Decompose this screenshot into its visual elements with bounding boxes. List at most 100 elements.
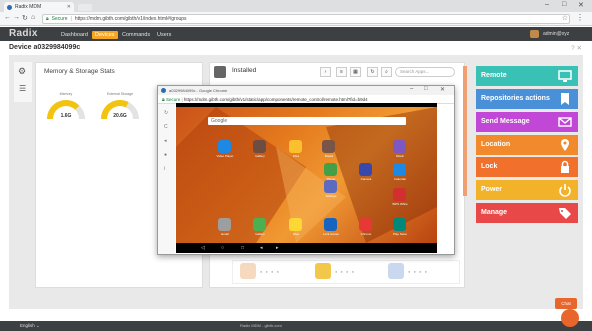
action-send-message-button[interactable]: Send Message xyxy=(476,112,578,132)
home-icon[interactable]: ○ xyxy=(221,245,224,251)
nav-devices[interactable]: Devices xyxy=(92,31,118,39)
browser-menu-icon[interactable]: ⋮ xyxy=(576,13,584,22)
android-app-icon[interactable] xyxy=(289,140,302,153)
list-view-icon[interactable]: ≡ xyxy=(336,67,347,77)
android-app-icon[interactable] xyxy=(359,163,372,176)
gauge-value: 1.6G xyxy=(60,113,72,119)
action-label: Lock xyxy=(481,163,498,170)
close-icon[interactable]: ✕ xyxy=(440,86,445,93)
gauge-label: Memory xyxy=(59,92,73,96)
android-app-label: Lock screen xyxy=(322,232,340,236)
android-app-icon[interactable] xyxy=(253,140,266,153)
back-icon[interactable]: ← xyxy=(4,14,11,21)
grid-view-icon[interactable]: ▦ xyxy=(350,67,361,77)
record-icon[interactable]: ● xyxy=(164,152,167,158)
android-app-icon[interactable] xyxy=(253,218,266,231)
android-app-icon[interactable] xyxy=(393,140,406,153)
refresh-icon[interactable]: C xyxy=(164,124,168,130)
search-icon[interactable]: ⌕ xyxy=(381,67,392,77)
refresh-icon[interactable]: ↻ xyxy=(367,67,378,77)
logo: Radix xyxy=(9,28,38,39)
volume-icon[interactable]: ◂ xyxy=(260,245,263,251)
search-input[interactable]: Search Apps... xyxy=(395,67,455,77)
separator: | xyxy=(181,97,183,102)
nav-dashboard[interactable]: Dashboard xyxy=(58,31,91,39)
next-icon[interactable]: › xyxy=(320,67,331,77)
back-icon[interactable]: ◁ xyxy=(201,245,205,251)
android-app-icon[interactable] xyxy=(393,163,406,176)
android-app-icon[interactable] xyxy=(324,180,337,193)
android-app-icon[interactable] xyxy=(218,140,231,153)
action-manage-button[interactable]: Manage xyxy=(476,203,578,223)
recents-icon[interactable]: □ xyxy=(241,245,244,251)
action-lock-button[interactable]: Lock xyxy=(476,157,578,177)
minimize-icon[interactable]: – xyxy=(410,86,413,92)
language-select[interactable]: English ⌄ xyxy=(20,323,40,329)
android-app-icon[interactable] xyxy=(324,218,337,231)
help-close-icons[interactable]: ? ✕ xyxy=(571,44,582,52)
monitor-icon xyxy=(558,70,572,82)
app-icon[interactable] xyxy=(240,263,256,279)
minimize-icon[interactable]: – xyxy=(545,1,549,8)
gauge-value: 20.6G xyxy=(113,113,127,119)
browser-tab[interactable]: Radix MDM ✕ xyxy=(4,2,74,12)
android-app-icon[interactable] xyxy=(324,163,337,176)
rotate-icon[interactable]: ↻ xyxy=(164,110,168,116)
installed-title: Installed xyxy=(232,67,257,74)
chat-button[interactable]: Chat xyxy=(555,298,577,309)
nav-commands[interactable]: Commands xyxy=(119,31,153,39)
admin-menu[interactable]: admin@xyz xyxy=(543,31,569,37)
address-bar: ← → ↻ ⌂ 🔒︎ Secure | https://mdm.gibth.co… xyxy=(0,12,592,26)
scrollbar[interactable] xyxy=(463,66,467,196)
action-remote-button[interactable]: Remote xyxy=(476,66,578,86)
app-icon[interactable] xyxy=(315,263,331,279)
android-app-icon[interactable] xyxy=(218,218,231,231)
app-icon[interactable] xyxy=(388,263,404,279)
secure-label: Secure xyxy=(51,16,68,22)
remote-side-toolbar: ↻ C ◂ ● i xyxy=(158,104,175,254)
android-app-label: Calendar xyxy=(393,177,407,181)
maximize-icon[interactable]: □ xyxy=(562,1,566,8)
popup-titlebar[interactable]: a0329984099c - Google Chrome – □ ✕ xyxy=(158,86,454,95)
gear-icon[interactable]: ⚙ xyxy=(18,66,26,77)
android-app-icon[interactable] xyxy=(393,218,406,231)
android-app-icon[interactable] xyxy=(359,218,372,231)
android-app-icon[interactable] xyxy=(322,140,335,153)
android-app-icon[interactable] xyxy=(393,188,406,201)
memory-gauge: Memory 1.6G xyxy=(46,92,86,123)
chat-icon[interactable] xyxy=(561,309,579,327)
favicon-icon xyxy=(7,4,12,10)
close-tab-icon[interactable]: ✕ xyxy=(67,4,71,10)
google-search-bar[interactable]: Google xyxy=(208,117,406,125)
info-icon[interactable]: i xyxy=(164,166,165,172)
android-app-label: Chrome xyxy=(360,232,372,236)
power-icon xyxy=(559,184,571,197)
storage-gauge: External Storage 20.6G xyxy=(100,92,140,123)
action-power-button[interactable]: Power xyxy=(476,180,578,200)
apps-icon xyxy=(214,66,226,78)
new-tab-button[interactable] xyxy=(78,4,92,11)
maximize-icon[interactable]: □ xyxy=(424,86,428,92)
action-location-button[interactable]: Location xyxy=(476,135,578,155)
nav-users[interactable]: Users xyxy=(154,31,174,39)
bookmark-star-icon[interactable]: ☆ xyxy=(562,14,568,22)
tab-title: Radix MDM xyxy=(15,4,42,10)
lock-icon: 🔒︎ xyxy=(162,97,165,103)
url-input[interactable]: 🔒︎ Secure | https://mdm.gibth.com/gibth/… xyxy=(42,14,570,24)
secure-label: Secure xyxy=(165,97,181,102)
home-icon[interactable]: ⌂ xyxy=(31,14,35,21)
footer-text: Radix MDM - gibth.com xyxy=(240,323,282,328)
action-repositories-actions-button[interactable]: Repositories actions xyxy=(476,89,578,109)
avatar[interactable] xyxy=(530,30,539,38)
back-icon[interactable]: ◂ xyxy=(164,138,167,144)
action-label: Repositories actions xyxy=(481,95,550,102)
app-header: Radix Dashboard Devices Commands Users a… xyxy=(0,27,592,41)
list-icon[interactable]: ☰ xyxy=(19,84,26,93)
action-label: Location xyxy=(481,141,511,148)
forward-icon[interactable]: → xyxy=(13,14,20,21)
volume-up-icon[interactable]: ▸ xyxy=(276,245,279,251)
memory-title: Memory & Storage Stats xyxy=(44,68,115,75)
android-app-icon[interactable] xyxy=(289,218,302,231)
reload-icon[interactable]: ↻ xyxy=(22,14,28,22)
close-window-icon[interactable]: ✕ xyxy=(578,1,584,9)
